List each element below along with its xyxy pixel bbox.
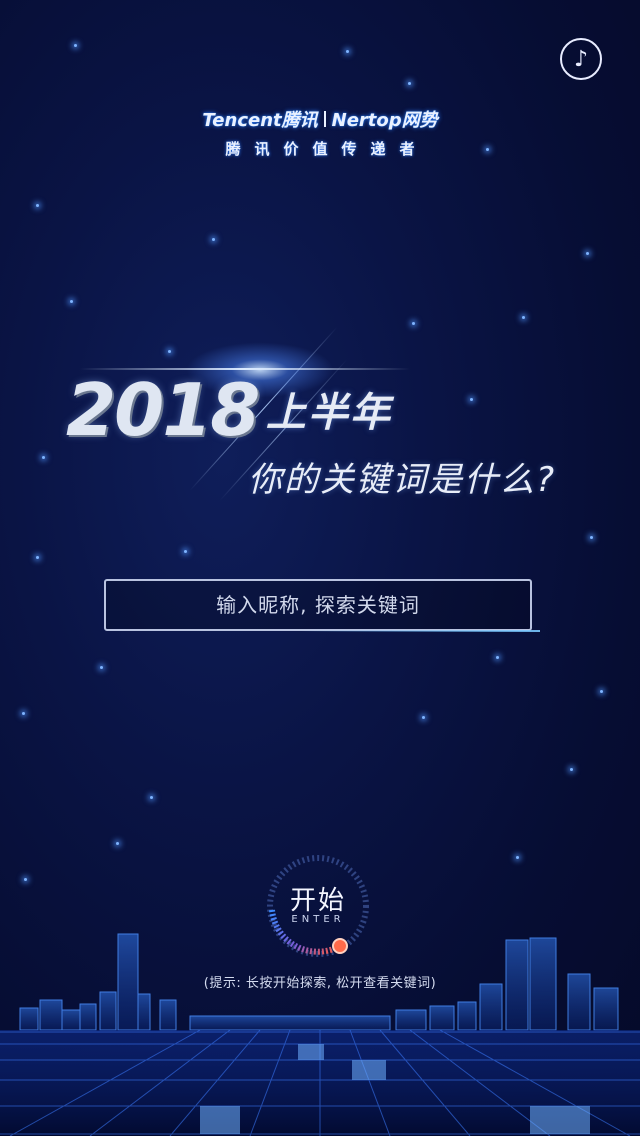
tencent-logo-text: Tencent腾讯 — [202, 110, 318, 131]
music-note-icon: ♪ — [573, 46, 589, 72]
start-label: 开始 — [289, 886, 346, 916]
headline-year: 2018 — [66, 368, 260, 452]
headline-question: 你的关键词是什么? — [248, 460, 557, 500]
nickname-input[interactable] — [104, 579, 532, 631]
logo-divider — [323, 111, 326, 127]
headline-half-year: 上半年 — [266, 390, 392, 436]
brand-logo: Tencent腾讯 Nertop网势 腾讯价值传递者 — [190, 106, 450, 159]
music-toggle-button[interactable]: ♪ — [560, 38, 602, 80]
nertop-logo-text: Nertop网势 — [331, 110, 438, 131]
logo-slogan: 腾讯价值传递者 — [225, 140, 429, 158]
input-glow — [300, 630, 540, 632]
headline: 2018 上半年 你的关键词是什么? — [60, 320, 600, 520]
city-skyline-illustration — [0, 933, 640, 1136]
